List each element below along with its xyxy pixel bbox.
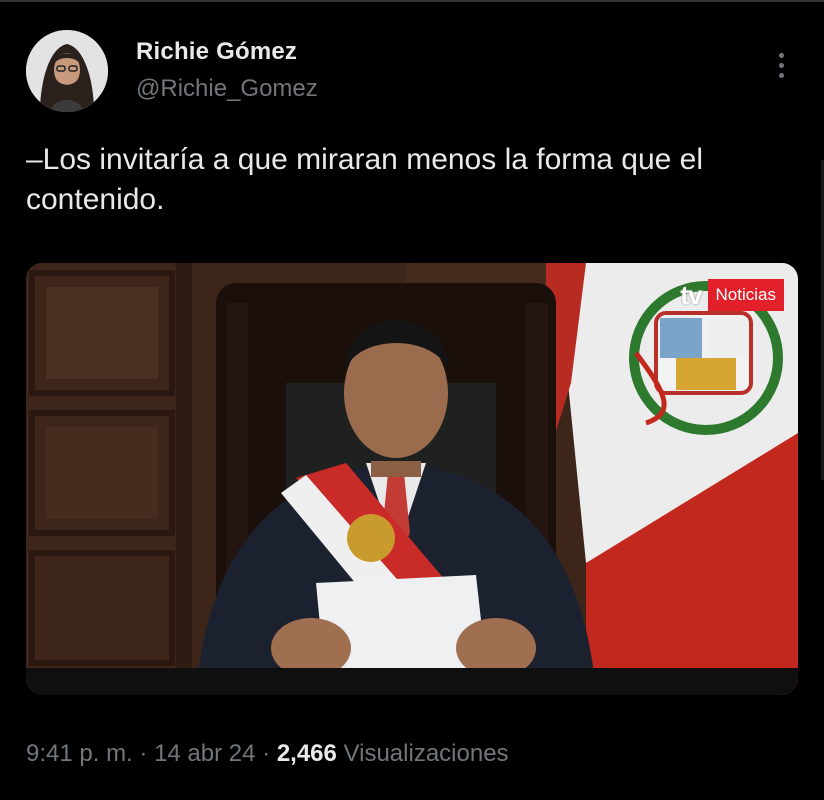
more-dot (778, 62, 784, 68)
more-dot (778, 72, 784, 78)
views-label[interactable]: Visualizaciones (344, 740, 509, 767)
media-image (26, 263, 798, 695)
views-count[interactable]: 2,466 (277, 740, 337, 767)
broadcaster-badge: Noticias (707, 279, 784, 311)
avatar-image (26, 30, 108, 112)
meta-separator: · (132, 740, 155, 767)
post-header: Richie Gómez @Richie_Gomez (26, 30, 806, 114)
post-meta: 9:41 p. m. · 14 abr 24 · 2,466 Visualiza… (26, 740, 806, 768)
more-vertical-icon[interactable] (766, 48, 796, 82)
meta-separator: · (255, 740, 277, 767)
post-date[interactable]: 14 abr 24 (154, 740, 255, 767)
author-display-name[interactable]: Richie Gómez (136, 38, 297, 66)
post-time[interactable]: 9:41 p. m. (26, 740, 133, 767)
post-text: –Los invitaría a que miraran menos la fo… (26, 143, 704, 216)
author-handle[interactable]: @Richie_Gomez (136, 75, 318, 103)
more-dot (778, 52, 784, 58)
tv-logo-icon: tv (680, 279, 702, 310)
avatar[interactable] (26, 30, 108, 112)
top-divider (0, 0, 824, 2)
broadcaster-logo: tv Noticias (680, 275, 784, 315)
post-media[interactable]: tv Noticias (26, 263, 798, 695)
